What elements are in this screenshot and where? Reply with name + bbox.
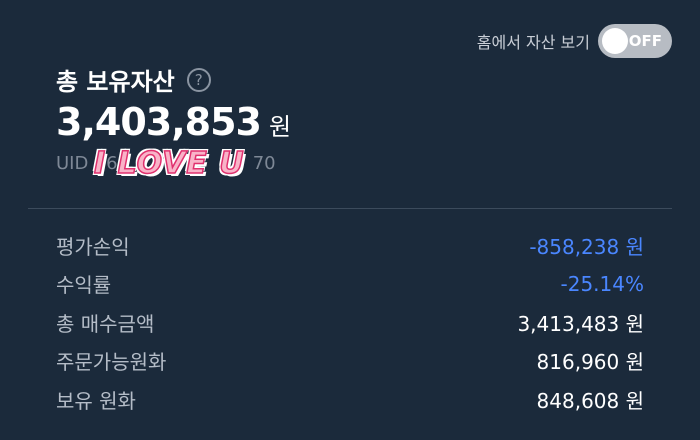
detail-value: -25.14% — [560, 271, 644, 296]
detail-label: 총 매수금액 — [56, 311, 155, 336]
detail-row: 총 매수금액 3,413,483 원 — [56, 303, 644, 342]
detail-label: 보유 원화 — [56, 388, 136, 413]
detail-value: 848,608 원 — [536, 388, 644, 413]
total-assets-value: 3,403,853 — [56, 100, 262, 144]
toggle-knob — [602, 28, 628, 54]
total-assets-unit: 원 — [268, 113, 292, 141]
section-divider — [28, 208, 672, 209]
uid-label: UID — [56, 153, 89, 174]
detail-value: -858,238 원 — [529, 234, 644, 259]
detail-row: 수익률 -25.14% — [56, 265, 644, 304]
detail-label: 수익률 — [56, 273, 112, 298]
show-on-home-setting: 홈에서 자산 보기 OFF — [477, 24, 672, 58]
toggle-state-text: OFF — [628, 32, 662, 50]
show-on-home-label: 홈에서 자산 보기 — [476, 33, 590, 52]
detail-label: 평가손익 — [56, 234, 130, 259]
uid-value-end: 70 — [252, 153, 276, 174]
detail-value: 816,960 원 — [536, 350, 644, 375]
detail-value: 3,413,483 원 — [517, 311, 644, 336]
detail-label: 주문가능원화 — [56, 350, 167, 375]
detail-row: 평가손익 -858,238 원 — [56, 226, 644, 265]
detail-row: 주문가능원화 816,960 원 — [56, 342, 644, 381]
show-on-home-toggle[interactable]: OFF — [598, 24, 672, 58]
love-sticker: I LOVE U — [93, 145, 245, 182]
total-assets-header: 총 보유자산 ? — [56, 62, 211, 97]
total-assets-amount: 3,403,853 원 — [56, 100, 291, 144]
asset-details-list: 평가손익 -858,238 원수익률 -25.14% 총 매수금액 3,413,483 … — [56, 226, 644, 419]
detail-row: 보유 원화 848,608 원 — [56, 380, 644, 419]
page-title: 총 보유자산 — [56, 68, 175, 96]
help-icon[interactable]: ? — [186, 67, 211, 92]
